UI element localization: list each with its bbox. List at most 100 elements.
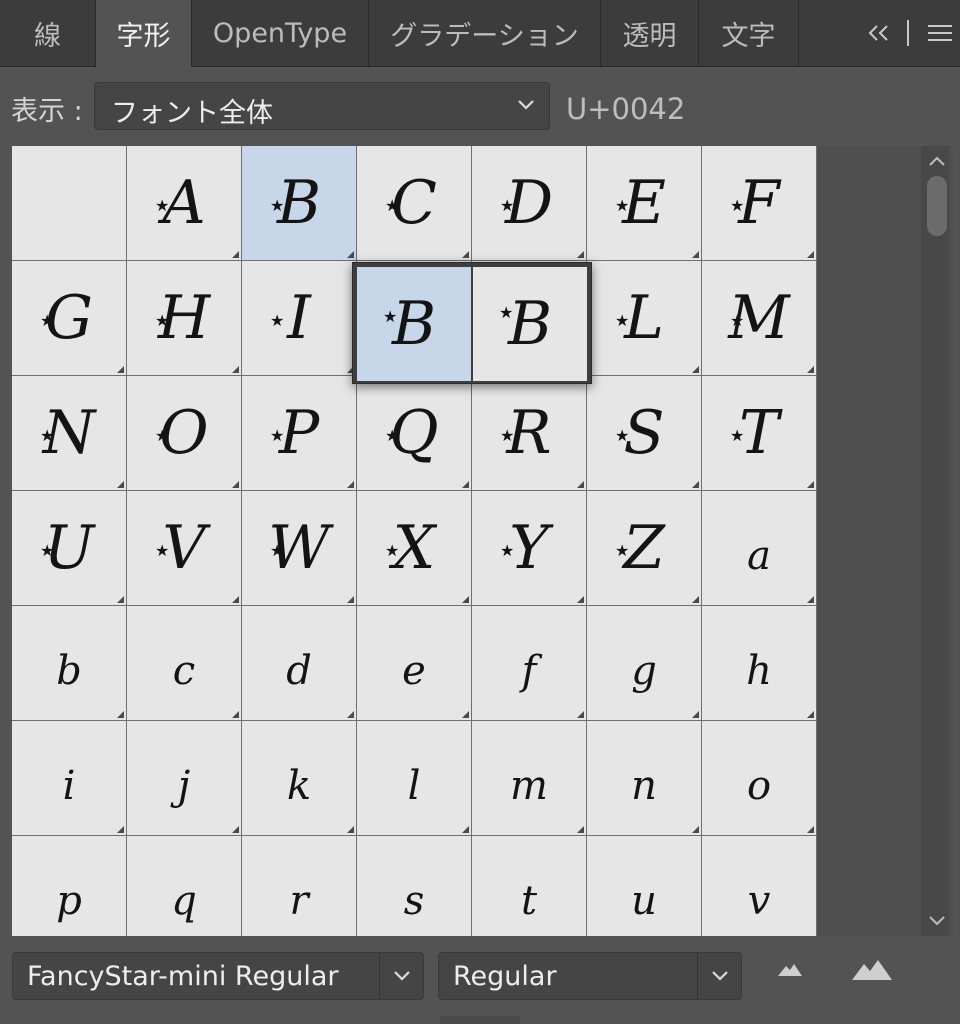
show-label: 表示 : xyxy=(11,96,83,127)
alternates-indicator-icon xyxy=(577,251,584,258)
alternates-indicator-icon xyxy=(462,251,469,258)
star-ornament-icon: ★ xyxy=(730,196,745,215)
glyph-cell[interactable]: T ★ xyxy=(702,376,817,491)
glyph-cell[interactable]: r xyxy=(242,836,357,936)
alternates-indicator-icon xyxy=(807,596,814,603)
alternates-indicator-icon xyxy=(692,711,699,718)
glyph-cell[interactable]: q xyxy=(127,836,242,936)
glyph-cell[interactable]: b xyxy=(12,606,127,721)
glyph-cell[interactable]: k xyxy=(242,721,357,836)
glyph-cell[interactable]: D ★ xyxy=(472,146,587,261)
glyph-cell[interactable]: E ★ xyxy=(587,146,702,261)
glyph-char: g xyxy=(631,648,657,694)
glyph-char: d xyxy=(286,648,312,694)
smaller-glyphs-icon[interactable] xyxy=(776,958,804,978)
glyph-char: p xyxy=(56,878,82,924)
glyph-cell[interactable]: X ★ xyxy=(357,491,472,606)
glyph-char: T xyxy=(738,398,780,468)
scroll-up-icon[interactable] xyxy=(925,152,949,172)
glyph-cell[interactable]: A ★ xyxy=(127,146,242,261)
glyph-cell[interactable]: U ★ xyxy=(12,491,127,606)
alternates-indicator-icon xyxy=(462,826,469,833)
glyph-cell[interactable]: C ★ xyxy=(357,146,472,261)
tab-transparency[interactable]: 透明 xyxy=(601,0,699,66)
tab-glyphs[interactable]: 字形 xyxy=(96,0,192,67)
glyph-cell[interactable]: L ★ xyxy=(587,261,702,376)
glyph-cell[interactable]: g xyxy=(587,606,702,721)
alternates-popup: B ★ B ★ xyxy=(352,262,592,384)
glyph-cell[interactable]: v xyxy=(702,836,817,936)
glyph-cell-empty[interactable] xyxy=(12,146,127,261)
alternates-indicator-icon xyxy=(807,711,814,718)
glyph-cell[interactable]: G ★ xyxy=(12,261,127,376)
alternates-indicator-icon xyxy=(577,481,584,488)
alternates-indicator-icon xyxy=(807,366,814,373)
glyph-cell[interactable]: Z ★ xyxy=(587,491,702,606)
glyph-cell[interactable]: N ★ xyxy=(12,376,127,491)
font-family-select[interactable]: FancyStar-mini Regular xyxy=(12,952,424,1000)
glyph-cell[interactable]: O ★ xyxy=(127,376,242,491)
glyph-cell[interactable]: p xyxy=(12,836,127,936)
glyph-cell[interactable]: H ★ xyxy=(127,261,242,376)
glyph-cell[interactable]: V ★ xyxy=(127,491,242,606)
tab-stroke[interactable]: 線 xyxy=(0,0,96,66)
resize-grip[interactable] xyxy=(440,1016,520,1024)
alternates-indicator-icon xyxy=(577,711,584,718)
glyph-cell[interactable]: I ★ xyxy=(242,261,357,376)
glyph-cell[interactable]: Y ★ xyxy=(472,491,587,606)
font-style-value: Regular xyxy=(453,961,557,992)
font-family-value: FancyStar-mini Regular xyxy=(27,961,339,992)
glyph-cell[interactable]: t xyxy=(472,836,587,936)
glyph-cell[interactable]: f xyxy=(472,606,587,721)
glyph-cell[interactable]: o xyxy=(702,721,817,836)
glyph-cell[interactable]: M ★ xyxy=(702,261,817,376)
glyph-cell[interactable]: i xyxy=(12,721,127,836)
scroll-track[interactable] xyxy=(921,146,949,936)
font-style-select[interactable]: Regular xyxy=(438,952,742,1000)
alternate-glyph-2[interactable]: B ★ xyxy=(473,267,587,381)
alternate-glyph-2-char: B xyxy=(507,289,553,359)
glyph-cell[interactable]: F ★ xyxy=(702,146,817,261)
scroll-thumb[interactable] xyxy=(927,176,947,236)
glyph-cell[interactable]: j xyxy=(127,721,242,836)
collapse-panel-button[interactable] xyxy=(866,0,892,66)
glyph-cell[interactable]: d xyxy=(242,606,357,721)
star-ornament-icon: ★ xyxy=(155,311,170,330)
show-dropdown-value: フォント全体 xyxy=(111,98,273,129)
glyph-cell[interactable]: c xyxy=(127,606,242,721)
panel-menu-button[interactable] xyxy=(928,0,952,66)
alternate-glyph-1[interactable]: B ★ xyxy=(357,267,471,381)
unicode-readout: U+0042 xyxy=(566,92,686,126)
glyph-cell[interactable]: a xyxy=(702,491,817,606)
glyph-cell[interactable]: n xyxy=(587,721,702,836)
glyph-cell[interactable]: S ★ xyxy=(587,376,702,491)
star-ornament-icon: ★ xyxy=(385,196,400,215)
glyph-cell[interactable]: Q ★ xyxy=(357,376,472,491)
glyph-cell[interactable]: B ★ xyxy=(242,146,357,261)
star-ornament-icon: ★ xyxy=(40,426,55,445)
glyph-cell[interactable]: W ★ xyxy=(242,491,357,606)
star-ornament-icon: ★ xyxy=(730,426,745,445)
glyph-cell[interactable]: u xyxy=(587,836,702,936)
tab-gradient[interactable]: グラデーション xyxy=(369,0,601,66)
glyph-cell[interactable]: m xyxy=(472,721,587,836)
glyph-char: b xyxy=(56,648,82,694)
larger-glyphs-icon[interactable] xyxy=(850,958,894,982)
tab-character[interactable]: 文字 xyxy=(699,0,799,66)
tab-opentype[interactable]: OpenType xyxy=(192,0,369,66)
alternates-indicator-icon xyxy=(807,481,814,488)
glyph-cell[interactable]: P ★ xyxy=(242,376,357,491)
glyph-cell[interactable]: s xyxy=(357,836,472,936)
star-ornament-icon: ★ xyxy=(615,541,630,560)
star-ornament-icon: ★ xyxy=(615,196,630,215)
alternates-indicator-icon xyxy=(347,251,354,258)
glyph-cell[interactable]: e xyxy=(357,606,472,721)
glyph-char: q xyxy=(171,878,197,924)
glyph-char: Y xyxy=(509,513,549,583)
glyph-cell[interactable]: h xyxy=(702,606,817,721)
scroll-down-icon[interactable] xyxy=(925,910,949,930)
show-dropdown[interactable]: フォント全体 xyxy=(94,82,550,130)
glyph-cell[interactable]: R ★ xyxy=(472,376,587,491)
glyph-cell[interactable]: l xyxy=(357,721,472,836)
alternates-indicator-icon xyxy=(117,366,124,373)
